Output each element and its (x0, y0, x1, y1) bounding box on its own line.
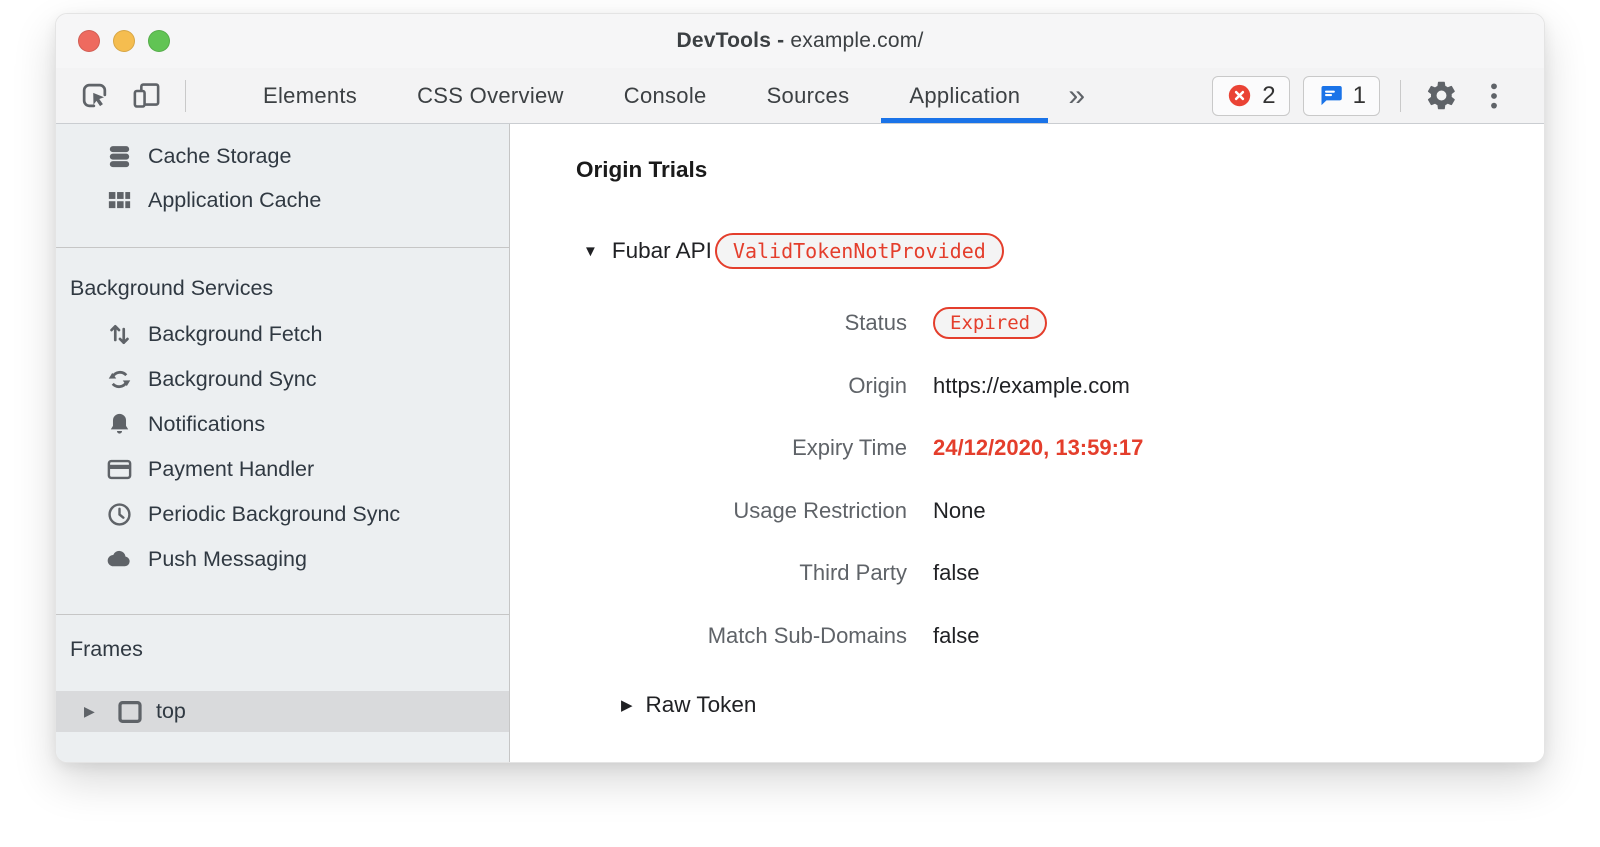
sidebar-item-label: Cache Storage (148, 144, 291, 169)
trial-status-badge: ValidTokenNotProvided (715, 233, 1004, 269)
toggle-device-toolbar-button[interactable] (126, 76, 166, 116)
tab-application[interactable]: Application (879, 68, 1050, 123)
device-toolbar-icon (131, 80, 162, 111)
fetch-arrows-icon (105, 320, 134, 349)
sidebar-item-label: Application Cache (148, 188, 321, 213)
sidebar-item-cache-storage[interactable]: Cache Storage (56, 134, 509, 178)
database-icon (105, 142, 134, 171)
tab-css-overview[interactable]: CSS Overview (387, 68, 594, 123)
sidebar-item-notifications[interactable]: Notifications (56, 402, 509, 447)
application-sidebar: Cache Storage Application Cache Backgrou… (56, 124, 510, 762)
sidebar-item-label: Background Sync (148, 367, 317, 392)
message-count: 1 (1353, 82, 1366, 110)
collapse-arrow-icon[interactable]: ▼ (583, 243, 598, 260)
more-options-button[interactable] (1474, 76, 1514, 116)
field-label: Status (510, 310, 907, 336)
message-bubble-icon (1317, 82, 1344, 109)
toolbar-divider (185, 80, 186, 112)
trial-fields: Status Expired Origin https://example.co… (510, 292, 1544, 667)
sidebar-item-push-messaging[interactable]: Push Messaging (56, 537, 509, 582)
bell-icon (105, 410, 134, 439)
console-errors-button[interactable]: 2 (1212, 76, 1289, 116)
frame-icon (115, 697, 145, 727)
toolbar-divider (1400, 80, 1401, 112)
expand-arrow-icon[interactable]: ▶ (84, 703, 104, 720)
cloud-icon (105, 545, 134, 574)
console-messages-button[interactable]: 1 (1303, 76, 1380, 116)
origin-trials-panel: Origin Trials ▼ Fubar API ValidTokenNotP… (510, 124, 1544, 762)
inspect-element-button[interactable] (74, 76, 114, 116)
sidebar-item-label: Background Fetch (148, 322, 323, 347)
window-title-page: example.com/ (790, 29, 923, 52)
expand-arrow-icon[interactable]: ▶ (621, 696, 633, 714)
devtools-toolbar: Elements CSS Overview Console Sources Ap… (56, 68, 1544, 124)
zoom-window-button[interactable] (148, 30, 170, 52)
sidebar-item-label: Payment Handler (148, 457, 314, 482)
field-label: Match Sub-Domains (510, 623, 907, 649)
raw-token-label: Raw Token (646, 692, 757, 718)
clock-icon (105, 500, 134, 529)
sidebar-item-background-fetch[interactable]: Background Fetch (56, 312, 509, 357)
sidebar-section-divider (56, 614, 509, 615)
tab-sources[interactable]: Sources (737, 68, 880, 123)
sidebar-item-frame-top[interactable]: ▶ top (56, 691, 509, 732)
more-tabs-button[interactable]: » (1050, 68, 1103, 123)
sidebar-item-periodic-background-sync[interactable]: Periodic Background Sync (56, 492, 509, 537)
frames-header: Frames (56, 625, 509, 673)
status-badge: Expired (933, 307, 1047, 339)
field-value: false (933, 560, 1544, 586)
field-label: Third Party (510, 560, 907, 586)
field-row-expiry-time: Expiry Time 24/12/2020, 13:59:17 (510, 417, 1544, 480)
sidebar-item-application-cache[interactable]: Application Cache (56, 178, 509, 222)
titlebar: DevTools - example.com/ (56, 14, 1544, 68)
tab-console[interactable]: Console (594, 68, 737, 123)
traffic-lights (78, 14, 170, 68)
field-value-expired: 24/12/2020, 13:59:17 (933, 435, 1544, 461)
field-label: Origin (510, 373, 907, 399)
page-title: Origin Trials (576, 157, 707, 183)
trial-header: ▼ Fubar API ValidTokenNotProvided (583, 232, 1004, 270)
panel-tabs: Elements CSS Overview Console Sources Ap… (233, 68, 1103, 123)
sidebar-item-payment-handler[interactable]: Payment Handler (56, 447, 509, 492)
sidebar-item-background-sync[interactable]: Background Sync (56, 357, 509, 402)
chevron-double-right-icon: » (1068, 79, 1085, 113)
error-icon (1226, 82, 1253, 109)
three-dot-menu-icon (1481, 81, 1507, 111)
field-value: https://example.com (933, 373, 1544, 399)
close-window-button[interactable] (78, 30, 100, 52)
settings-button[interactable] (1421, 76, 1461, 116)
minimize-window-button[interactable] (113, 30, 135, 52)
sidebar-item-label: Periodic Background Sync (148, 502, 400, 527)
error-count: 2 (1262, 82, 1275, 110)
card-icon (105, 455, 134, 484)
trial-name: Fubar API (612, 238, 712, 264)
field-row-origin: Origin https://example.com (510, 355, 1544, 418)
gear-icon (1425, 79, 1458, 112)
field-row-usage-restriction: Usage Restriction None (510, 480, 1544, 543)
field-row-status: Status Expired (510, 292, 1544, 355)
sidebar-item-label: Push Messaging (148, 547, 307, 572)
field-value: false (933, 623, 1544, 649)
background-services-header: Background Services (56, 264, 509, 312)
window-title: DevTools - example.com/ (677, 29, 924, 53)
frame-label: top (156, 699, 186, 724)
field-value: None (933, 498, 1544, 524)
field-row-match-sub-domains: Match Sub-Domains false (510, 605, 1544, 668)
sidebar-section-divider (56, 247, 509, 248)
field-label: Expiry Time (510, 435, 907, 461)
tab-elements[interactable]: Elements (233, 68, 387, 123)
field-row-third-party: Third Party false (510, 542, 1544, 605)
field-label: Usage Restriction (510, 498, 907, 524)
inspect-cursor-icon (79, 80, 110, 111)
sync-icon (105, 365, 134, 394)
devtools-window: DevTools - example.com/ Elements (56, 14, 1544, 762)
window-title-app: DevTools - (677, 29, 785, 52)
grid-icon (105, 186, 134, 215)
raw-token-toggle[interactable]: ▶ Raw Token (621, 692, 756, 718)
sidebar-item-label: Notifications (148, 412, 265, 437)
